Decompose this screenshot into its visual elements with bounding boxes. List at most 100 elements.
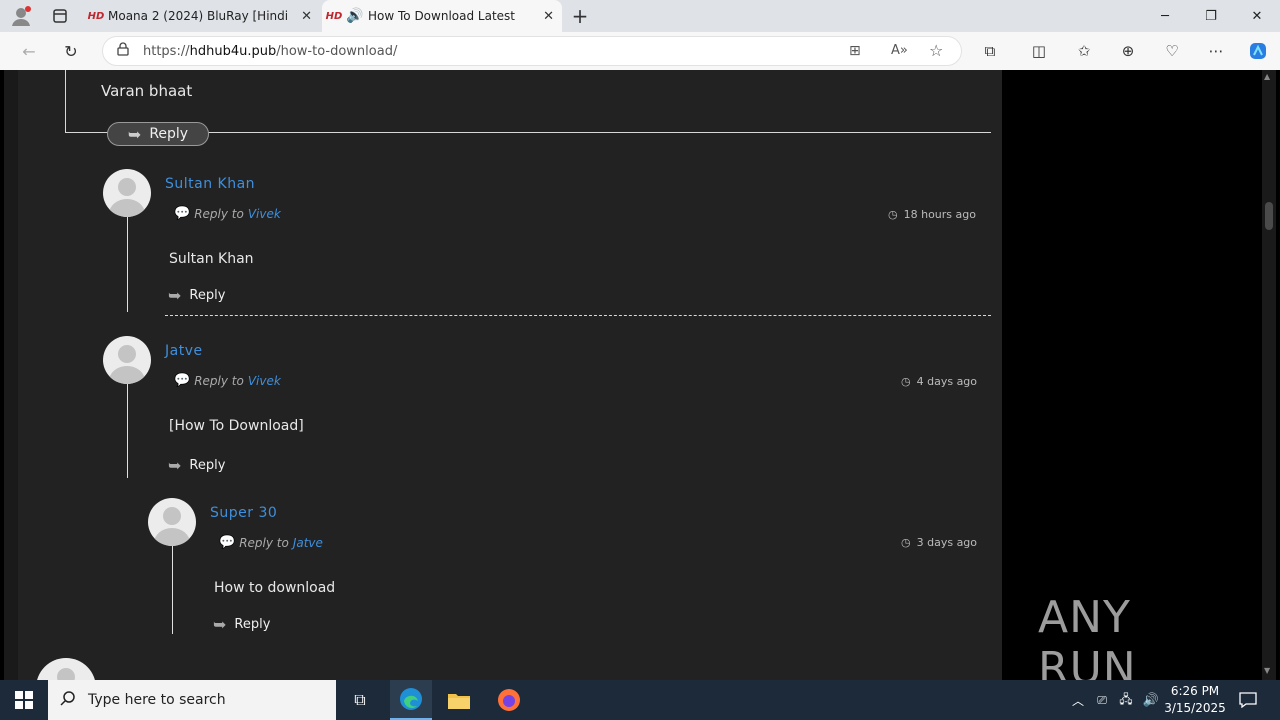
watermark-text: ANY RUN <box>1038 592 1137 680</box>
comment-author[interactable]: Super 30 <box>210 505 277 521</box>
extensions-icon[interactable]: ⧉ <box>972 32 1008 70</box>
page-viewport: Varan bhaat ➥ Reply Sultan Khan 💬 Reply … <box>0 70 1280 680</box>
reply-label: Reply <box>234 617 271 632</box>
clock-icon: ◷ <box>901 536 911 549</box>
app-available-icon[interactable]: ⊞ <box>849 43 861 59</box>
favorites-icon[interactable]: ✩ <box>1066 32 1102 70</box>
clock-date: 3/15/2025 <box>1164 701 1226 715</box>
clock-icon: ◷ <box>901 375 911 388</box>
thread-line <box>127 384 128 478</box>
reply-to-link[interactable]: Vivek <box>248 207 281 221</box>
anyrun-watermark: ANY RUN <box>1038 592 1238 680</box>
url-path: /how-to-download/ <box>276 43 398 59</box>
reply-button[interactable]: ➥ Reply <box>168 456 225 475</box>
start-button[interactable] <box>0 680 48 720</box>
more-menu-icon[interactable]: ⋯ <box>1198 32 1234 70</box>
taskbar-search-input[interactable]: Type here to search <box>48 680 336 720</box>
edge-taskbar-icon[interactable] <box>390 680 432 720</box>
reply-label: Reply <box>149 126 189 142</box>
address-toolbar: ← ↻ https:// hdhub4u.pub /how-to-downloa… <box>0 32 1280 70</box>
comment-text: [How To Download] <box>169 418 304 434</box>
tab-moana[interactable]: HD Moana 2 (2024) BluRay [Hindi (O ✕ <box>84 0 320 32</box>
reply-arrow-icon: ➥ <box>168 456 182 475</box>
volume-icon[interactable]: 🔊 <box>1140 680 1162 720</box>
comment-author[interactable]: Jatve <box>165 343 203 359</box>
collections-icon[interactable]: ⊕ <box>1110 32 1146 70</box>
browser-essentials-icon[interactable]: ♡ <box>1154 32 1190 70</box>
chat-bubbles-icon: 💬 <box>219 535 236 550</box>
split-screen-icon[interactable]: ◫ <box>1021 32 1057 70</box>
new-tab-button[interactable]: + <box>568 4 592 28</box>
reply-button[interactable]: ➥ Reply <box>168 286 225 305</box>
favorite-star-icon[interactable]: ☆ <box>929 41 943 60</box>
address-input[interactable]: https:// hdhub4u.pub /how-to-download/ ⊞… <box>102 36 962 66</box>
frame-left-border <box>65 70 66 133</box>
comment-time: ◷ 18 hours ago <box>888 208 976 221</box>
copilot-icon[interactable] <box>1240 32 1276 70</box>
reply-label: Reply <box>189 458 226 473</box>
clock-time: 6:26 PM <box>1170 684 1220 698</box>
url-host: hdhub4u.pub <box>189 43 277 59</box>
lock-icon[interactable] <box>103 42 143 60</box>
reply-arrow-icon: ➥ <box>213 615 227 634</box>
reply-button[interactable]: ➥ Reply <box>107 122 209 146</box>
file-explorer-icon[interactable] <box>438 680 480 720</box>
back-icon[interactable]: ← <box>12 32 46 70</box>
reply-to-meta: 💬 Reply to Vivek <box>174 373 281 388</box>
restore-button[interactable]: ❐ <box>1188 0 1234 32</box>
minimize-button[interactable]: ─ <box>1142 0 1188 32</box>
reply-to-link[interactable]: Vivek <box>248 374 281 388</box>
search-icon <box>60 690 76 710</box>
comment-separator <box>165 315 991 316</box>
network-icon[interactable]: 🖧 <box>1116 680 1136 720</box>
page-scrollbar[interactable]: ▲ ▼ <box>1262 70 1276 680</box>
reply-to-link[interactable]: Jatve <box>293 536 323 550</box>
profile-icon[interactable] <box>8 4 34 28</box>
read-aloud-icon[interactable]: A» <box>891 43 908 58</box>
system-clock[interactable]: 6:26 PM 3/15/2025 <box>1164 680 1226 720</box>
close-tab-icon[interactable]: ✕ <box>301 9 312 24</box>
hd-favicon-icon: HD <box>87 10 105 22</box>
tab-how-to-download[interactable]: HD 🔊 How To Download Latest M ✕ <box>322 0 562 32</box>
close-window-button[interactable]: ✕ <box>1234 0 1280 32</box>
thread-line <box>127 217 128 312</box>
reply-to-meta: 💬 Reply to Vivek <box>174 206 281 221</box>
notification-center-icon[interactable] <box>1234 680 1262 720</box>
scroll-up-icon[interactable]: ▲ <box>1264 72 1270 81</box>
reply-label: Reply <box>189 288 226 303</box>
windows-taskbar: Type here to search ⧉ ︿ ⎚ 🖧 🔊 6:26 PM 3/… <box>0 680 1280 720</box>
comment-time: ◷ 4 days ago <box>901 375 978 388</box>
avatar <box>36 658 96 680</box>
comment-text: How to download <box>214 580 336 596</box>
thread-line <box>172 546 173 634</box>
tab-title: Moana 2 (2024) BluRay [Hindi (O <box>108 9 288 23</box>
close-tab-icon[interactable]: ✕ <box>543 9 554 24</box>
show-hidden-icons[interactable]: ︿ <box>1068 680 1088 720</box>
scroll-thumb[interactable] <box>1265 202 1273 230</box>
speaker-icon[interactable]: 🔊 <box>346 8 368 24</box>
meet-now-icon[interactable]: ⎚ <box>1092 680 1112 720</box>
comment-text: Varan bhaat <box>101 82 193 100</box>
reply-arrow-icon: ➥ <box>168 286 182 305</box>
comment-time: ◷ 3 days ago <box>901 536 978 549</box>
tab-actions-icon[interactable] <box>48 6 72 26</box>
refresh-icon[interactable]: ↻ <box>54 32 88 70</box>
hd-favicon-icon: HD <box>325 10 343 22</box>
reply-arrow-icon: ➥ <box>127 124 142 144</box>
comment-author[interactable]: Sultan Khan <box>165 176 255 192</box>
avatar <box>148 498 196 546</box>
avatar <box>103 169 151 217</box>
scroll-down-icon[interactable]: ▼ <box>1264 666 1270 675</box>
tab-bar: HD Moana 2 (2024) BluRay [Hindi (O ✕ HD … <box>0 0 1280 32</box>
avatar <box>103 336 151 384</box>
comment-text: Sultan Khan <box>169 251 254 267</box>
chat-bubbles-icon: 💬 <box>174 373 191 388</box>
search-placeholder: Type here to search <box>88 692 226 708</box>
task-view-icon[interactable]: ⧉ <box>340 680 380 720</box>
reply-button[interactable]: ➥ Reply <box>213 615 270 634</box>
reply-to-meta: 💬 Reply to Jatve <box>219 535 323 550</box>
comments-panel: Varan bhaat ➥ Reply Sultan Khan 💬 Reply … <box>18 70 1002 680</box>
chat-bubbles-icon: 💬 <box>174 206 191 221</box>
url-scheme: https:// <box>143 43 190 59</box>
firefox-icon[interactable] <box>488 680 530 720</box>
